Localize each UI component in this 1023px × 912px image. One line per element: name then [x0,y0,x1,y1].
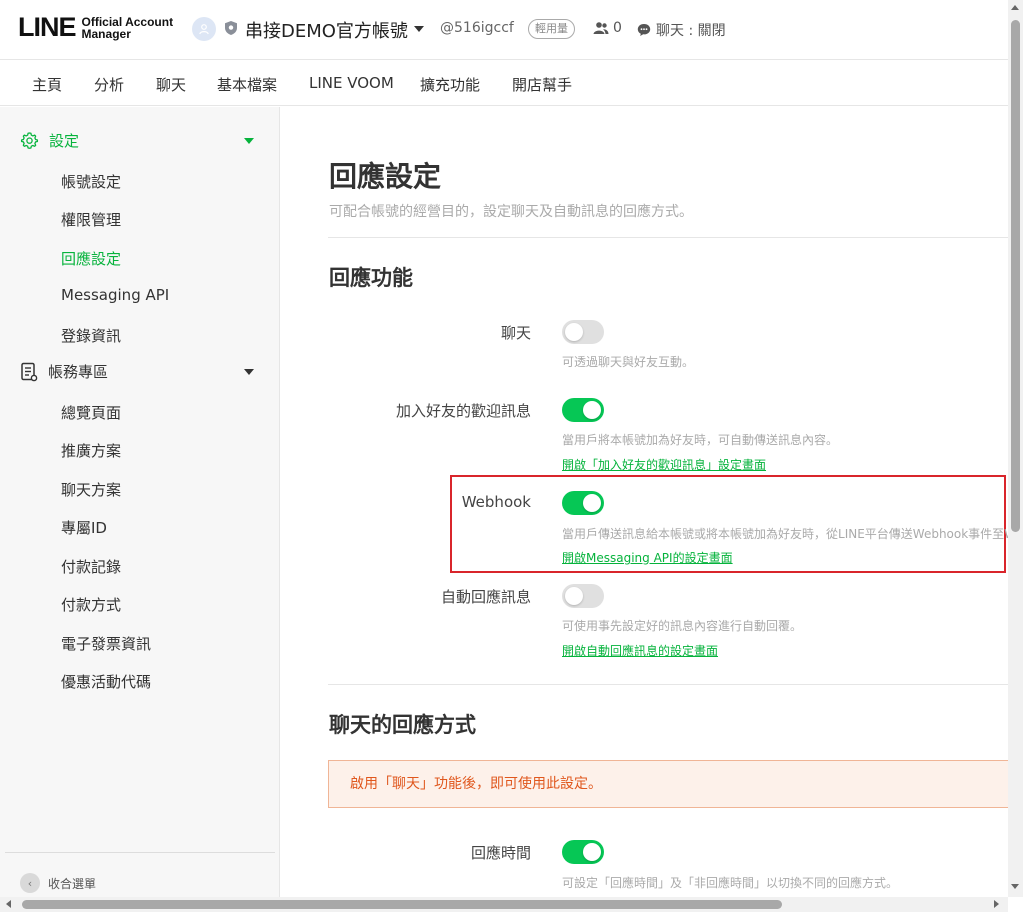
sidebar-item-payment-method[interactable]: 付款方式 [61,594,121,615]
chevron-down-icon[interactable] [244,369,254,375]
webhook-toggle[interactable] [562,491,604,515]
main-content: 回應設定 可配合帳號的經營目的，設定聊天及自動訊息的回應方式。 回應功能 聊天 … [281,107,1008,897]
shield-icon [224,20,238,40]
scroll-up-icon[interactable] [1011,5,1019,10]
collapse-menu-button[interactable]: ‹ 收合選單 [20,873,96,893]
welcome-toggle[interactable] [562,398,604,422]
webhook-toggle-desc: 當用戶傳送訊息給本帳號或將本帳號加為好友時，從LINE平台傳送Webhook事件… [562,527,1008,541]
toggle-knob [583,843,601,861]
friends-icon [593,22,609,34]
sidebar-group-billing-label: 帳務專區 [48,363,109,381]
plan-badge: 輕用量 [528,19,575,39]
divider [328,684,1008,685]
nav-profile[interactable]: 基本檔案 [217,74,277,95]
account-avatar-icon[interactable] [192,17,216,41]
sidebar-group-settings-label: 設定 [49,132,80,150]
auto-reply-settings-link[interactable]: 開啟自動回應訊息的設定畫面 [562,642,718,659]
page-description: 可配合帳號的經營目的，設定聊天及自動訊息的回應方式。 [329,204,693,220]
sidebar-item-response-settings[interactable]: 回應設定 [61,248,121,269]
vertical-scroll-thumb[interactable] [1011,20,1020,532]
chevron-down-icon[interactable] [244,138,254,144]
sidebar-item-registration-info[interactable]: 登錄資訊 [61,325,121,346]
document-icon [21,362,38,381]
collapse-menu-label: 收合選單 [48,876,97,891]
sidebar-group-billing[interactable]: 帳務專區 [20,361,108,382]
nav-shop-helper[interactable]: 開店幫手 [512,74,572,95]
vertical-scrollbar[interactable] [1008,0,1023,897]
section-title-chat-response: 聊天的回應方式 [329,713,476,737]
account-name[interactable]: 串接DEMO官方帳號 [245,17,408,43]
friend-count[interactable]: 0 [593,20,622,36]
sidebar-item-payment-history[interactable]: 付款記錄 [61,556,121,577]
line-oa-logo[interactable]: LINE Official Account Manager [18,14,173,41]
chat-toggle[interactable] [562,320,604,344]
logo-subtitle: Official Account Manager [82,16,174,40]
notice-banner: 啟用「聊天」功能後，即可使用此設定。 [328,760,1008,808]
response-time-toggle-desc: 可設定「回應時間」及「非回應時間」以切換不同的回應方式。 [562,876,899,890]
chevron-down-icon[interactable] [414,26,424,32]
messaging-api-settings-link[interactable]: 開啟Messaging API的設定畫面 [562,549,733,566]
sidebar-item-messaging-api[interactable]: Messaging API [61,286,169,304]
sidebar-item-promo-plan[interactable]: 推廣方案 [61,440,121,461]
chat-toggle-desc: 可透過聊天與好友互動。 [562,355,695,369]
page-title: 回應設定 [329,160,442,193]
welcome-toggle-label: 加入好友的歡迎訊息 [395,402,531,420]
sidebar-item-overview[interactable]: 總覽頁面 [61,402,121,423]
account-id: @516igccf [440,20,514,36]
auto-reply-toggle[interactable] [562,584,604,608]
nav-line-voom[interactable]: LINE VOOM [309,74,394,92]
sidebar-item-promo-code[interactable]: 優惠活動代碼 [61,671,151,692]
nav-chat[interactable]: 聊天 [156,74,186,95]
toggle-knob [583,494,601,512]
sidebar-divider [5,852,275,853]
webhook-toggle-label: Webhook [461,493,531,511]
nav-home[interactable]: 主頁 [32,74,62,95]
chat-status[interactable]: 聊天 : 關閉 [637,20,726,40]
nav-extensions[interactable]: 擴充功能 [420,74,480,95]
nav-analytics[interactable]: 分析 [94,74,124,95]
response-time-toggle[interactable] [562,840,604,864]
app-header: LINE Official Account Manager 串接DEMO官方帳號… [0,0,1008,60]
logo-wordmark: LINE [18,12,77,42]
toggle-knob [565,587,583,605]
auto-reply-toggle-desc: 可使用事先設定好的訊息內容進行自動回覆。 [562,619,803,633]
response-time-toggle-label: 回應時間 [470,844,531,862]
toggle-knob [583,401,601,419]
welcome-settings-link[interactable]: 開啟「加入好友的歡迎訊息」設定畫面 [562,456,766,473]
scroll-left-icon[interactable] [6,900,11,908]
sidebar-item-chat-plan[interactable]: 聊天方案 [61,479,121,500]
chevron-left-icon: ‹ [20,873,40,893]
chat-toggle-label: 聊天 [500,324,531,342]
horizontal-scrollbar[interactable] [0,897,1008,912]
divider [328,237,1008,238]
welcome-toggle-desc: 當用戶將本帳號加為好友時，可自動傳送訊息內容。 [562,433,839,447]
scroll-down-icon[interactable] [1011,884,1019,889]
scroll-right-icon[interactable] [994,900,999,908]
auto-reply-toggle-label: 自動回應訊息 [440,588,531,606]
horizontal-scroll-thumb[interactable] [22,900,782,909]
sidebar-item-e-invoice[interactable]: 電子發票資訊 [61,633,151,654]
sidebar-group-settings[interactable]: 設定 [20,130,79,151]
chat-status-text: 聊天 : 關閉 [656,23,726,39]
gear-icon [20,132,39,149]
logo-sub-line2: Manager [81,26,131,41]
toggle-knob [565,323,583,341]
friend-count-value: 0 [613,20,622,36]
sidebar-item-account-settings[interactable]: 帳號設定 [61,171,121,192]
sidebar-item-permissions[interactable]: 權限管理 [61,209,121,230]
top-nav: 主頁 分析 聊天 基本檔案 LINE VOOM 擴充功能 開店幫手 [0,60,1008,106]
sidebar-item-premium-id[interactable]: 專屬ID [61,517,107,538]
chat-bubble-icon [637,24,651,36]
sidebar: 設定 帳號設定 權限管理 回應設定 Messaging API 登錄資訊 帳務專… [0,107,280,897]
section-title-features: 回應功能 [329,266,413,290]
